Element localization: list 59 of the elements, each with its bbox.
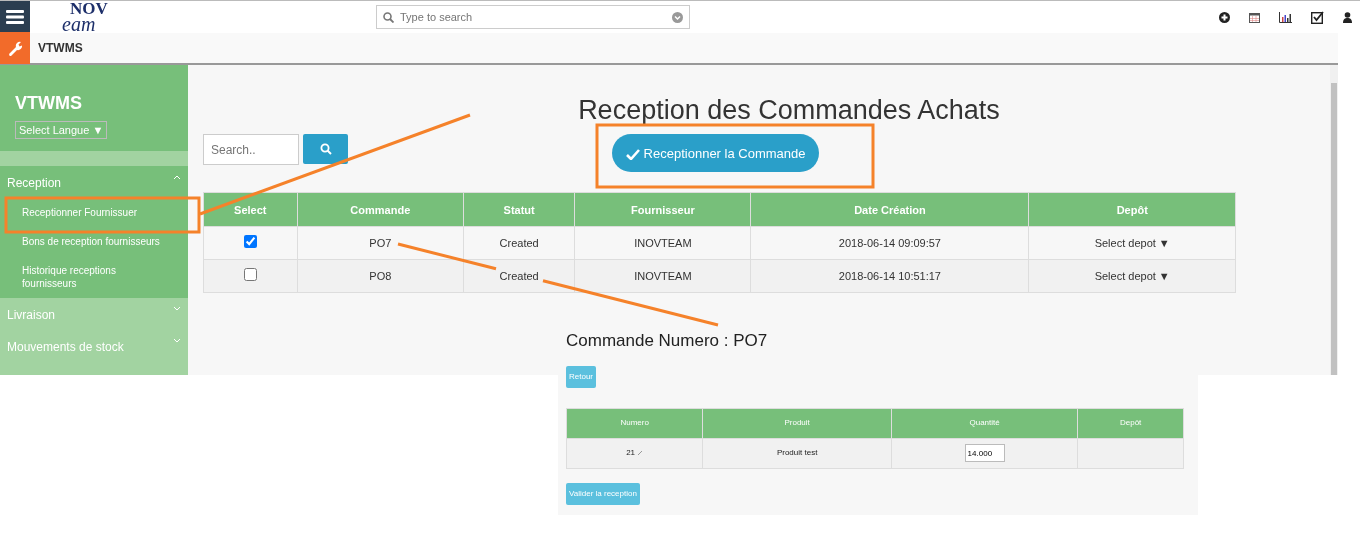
menu-icon	[6, 10, 24, 24]
table-cell: Created	[463, 226, 575, 260]
table-cell: PO8	[297, 259, 464, 293]
sidebar-section[interactable]: Mouvements de stock	[0, 330, 188, 362]
calendar-icon[interactable]	[1249, 11, 1260, 23]
row-checkbox[interactable]	[243, 267, 257, 281]
check-icon	[626, 148, 640, 160]
table-cell: 2018-06-14 09:09:57	[750, 226, 1029, 260]
language-select[interactable]: Select Langue ▼	[15, 120, 108, 140]
logo: NOV eam	[61, 2, 109, 32]
search-button[interactable]	[303, 134, 348, 165]
sidebar-item[interactable]: Historique receptions fournisseurs	[0, 256, 188, 298]
table-cell: 2018-06-14 10:51:17	[750, 259, 1029, 293]
search-icon	[383, 11, 394, 23]
table-cell: 21	[626, 448, 636, 457]
depot-select[interactable]: Select depot ▼	[1094, 237, 1170, 250]
search-input[interactable]: Type to search	[398, 7, 668, 27]
column-header: Commande	[297, 192, 464, 227]
table-cell: PO7	[297, 226, 464, 260]
user-icon[interactable]	[1343, 11, 1352, 23]
sidebar-item[interactable]: Receptionner Fournissuer	[0, 198, 188, 227]
plus-icon[interactable]	[1219, 11, 1230, 23]
column-header: Date Création	[750, 192, 1029, 227]
column-header: Select	[203, 192, 298, 227]
menu-button[interactable]	[0, 1, 30, 33]
search-field[interactable]: Search..	[203, 134, 299, 166]
back-button[interactable]: Retour	[566, 365, 596, 388]
chevron-up-icon	[173, 174, 181, 180]
column-header: Statut	[463, 192, 575, 227]
column-header: Depôt	[1077, 408, 1184, 438]
receive-button[interactable]: Receptionner la Commande	[612, 134, 820, 173]
sidebar-section[interactable]: Livraison	[0, 298, 188, 330]
search-field[interactable]: Type to search	[376, 5, 690, 29]
column-header: Numero	[566, 408, 703, 438]
sidebar-item[interactable]: Bons de reception fournisseurs	[0, 227, 188, 256]
column-header: Quantité	[891, 408, 1078, 438]
column-header: Fournisseur	[574, 192, 751, 227]
detail-title: Commande Numero : PO7	[566, 330, 769, 352]
table-cell: Produit test	[702, 438, 892, 468]
chevron-down-icon	[173, 338, 181, 344]
row-checkbox[interactable]	[243, 234, 257, 248]
table-cell: INOVTEAM	[574, 226, 751, 260]
sidebar-title: VTWMS	[15, 93, 83, 115]
submit-button[interactable]: Valider la reception	[566, 482, 640, 505]
wrench-icon[interactable]	[7, 40, 23, 56]
column-header: Depôt	[1028, 192, 1236, 227]
brand-name: VTWMS	[38, 40, 83, 57]
depot-select[interactable]: Select depot ▼	[1094, 270, 1170, 283]
edit-icon	[637, 449, 644, 456]
search-icon	[319, 143, 332, 156]
dropdown-icon	[672, 11, 683, 23]
sidebar-section[interactable]: Reception	[0, 166, 188, 198]
bar-chart-icon[interactable]	[1279, 11, 1292, 23]
checkbox-icon[interactable]	[1311, 10, 1324, 24]
quantity-field[interactable]: 14.000	[964, 444, 1005, 462]
page-title: Reception des Commandes Achats	[577, 94, 1001, 127]
table-cell: INOVTEAM	[574, 259, 751, 293]
chevron-down-icon	[173, 306, 181, 312]
column-header: Produit	[702, 408, 892, 438]
